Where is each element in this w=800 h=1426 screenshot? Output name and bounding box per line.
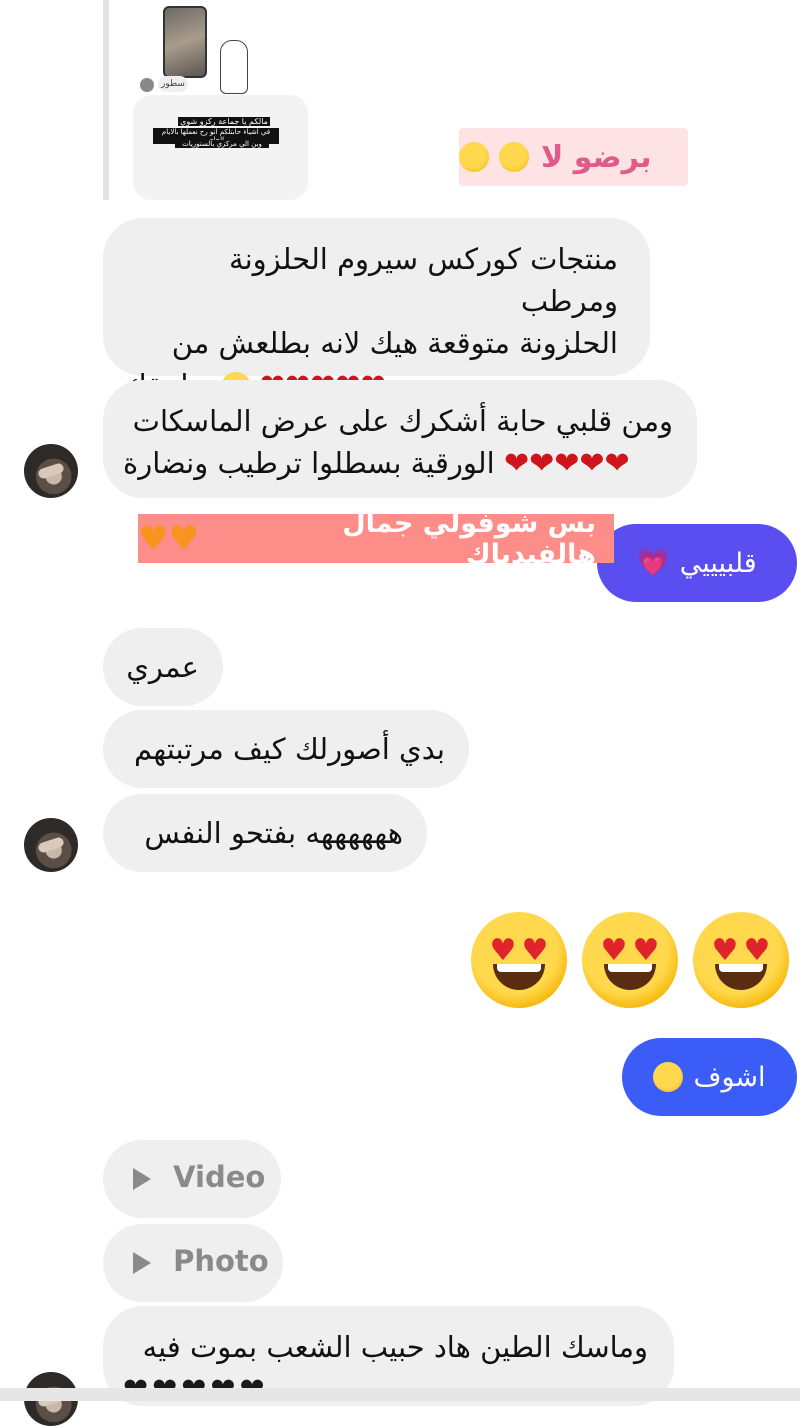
reply-thread-line [103,0,109,200]
story-caption-title: مالكم يا جماعة ركزو شوي [178,117,270,126]
story-sender-name: سطور [158,76,188,92]
play-icon [133,1252,151,1274]
story-thumbnail[interactable] [163,6,207,78]
reaction-text: برضو لا [541,139,652,175]
heart-eyes-emoji-icon[interactable]: ♥ ♥ [471,912,567,1008]
story-sender-avatar [140,78,154,92]
play-icon [133,1168,151,1190]
pleading-face-icon [653,1062,684,1092]
orange-hearts-icon: ♥♥ [138,518,199,559]
message-line: منتجات كوركس سيروم الحلزونة ومرطب [229,242,618,318]
pink-heart-icon: 💗 [637,548,670,578]
caption-text: بس شوفولي جمال هالفيدباك [342,507,596,570]
message-text: قلبيييي [679,547,757,579]
message-text: ههههههه بفتحو النفس [144,816,403,850]
video-label: Video [173,1160,266,1194]
sweat-smile-icon [459,142,489,172]
avatar[interactable] [24,444,78,498]
chef-sketch-icon [220,40,248,94]
incoming-message[interactable]: عمري [103,628,223,706]
message-text: اشوف [693,1061,766,1093]
video-attachment[interactable]: Video [103,1140,281,1218]
sweat-smile-icon [499,142,529,172]
message-text: عمري [126,650,199,684]
message-line: الحلزونة متوقعة هيك لانه بطلعش من [171,326,618,360]
heart-eyes-emoji-icon[interactable]: ♥ ♥ [693,912,789,1008]
incoming-message[interactable]: بدي أصورلك كيف مرتبتهم [103,710,469,788]
reaction-sticker: برضو لا [459,128,688,186]
bottom-divider [0,1388,800,1401]
heart-eyes-emoji-icon[interactable]: ♥ ♥ [582,912,678,1008]
outgoing-message[interactable]: اشوف [622,1038,797,1116]
red-hearts-icon: ❤❤❤❤❤ [503,446,630,481]
message-line-with-emoji: ❤❤❤❤❤ الورقية بسطلوا ترطيب ونضارة [123,442,673,485]
message-line: الورقية بسطلوا ترطيب ونضارة [123,446,495,480]
message-line: وماسك الطين هاد حبيب الشعب بموت فيه [142,1330,648,1364]
story-caption-line3: وبن الي مركزي بالستوريات [175,140,269,148]
avatar[interactable] [24,818,78,872]
message-text: بدي أصورلك كيف مرتبتهم [134,732,445,766]
incoming-message[interactable]: ومن قلبي حابة أشكرك على عرض الماسكات ❤❤❤… [103,380,697,498]
message-line: ومن قلبي حابة أشكرك على عرض الماسكات [132,404,673,438]
photo-label: Photo [173,1244,269,1278]
photo-attachment[interactable]: Photo [103,1224,283,1302]
incoming-message[interactable]: ههههههه بفتحو النفس [103,794,427,872]
outgoing-message[interactable]: قلبيييي 💗 [597,524,797,602]
incoming-message[interactable]: منتجات كوركس سيروم الحلزونة ومرطب الحلزو… [103,218,650,403]
caption-overlay: بس شوفولي جمال هالفيدباك ♥♥ [138,508,614,570]
